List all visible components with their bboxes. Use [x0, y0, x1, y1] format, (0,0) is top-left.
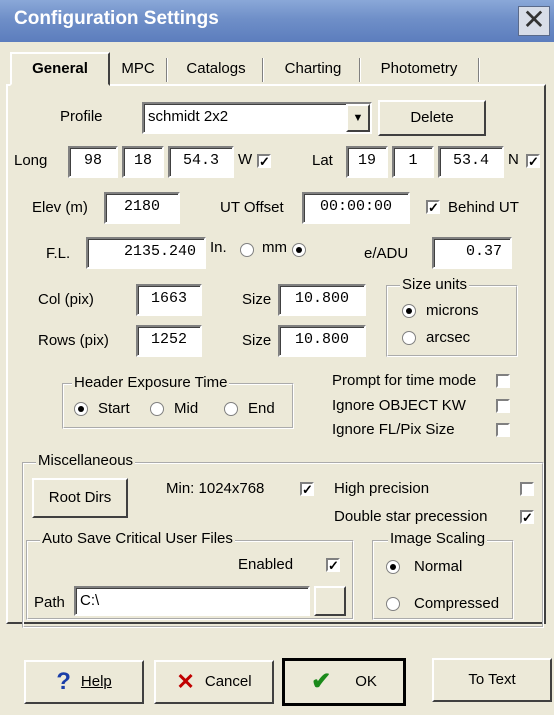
tab-catalogs[interactable]: Catalogs: [172, 56, 260, 84]
autosave-enabled-label: Enabled: [238, 556, 294, 573]
exposure-end-radio[interactable]: [224, 402, 238, 416]
ignore-object-label: Ignore OBJECT KW: [332, 397, 466, 414]
microns-label: microns: [426, 302, 479, 319]
lat-deg-field[interactable]: 19: [346, 146, 388, 178]
ok-label: OK: [355, 673, 377, 690]
long-min-field[interactable]: 18: [122, 146, 164, 178]
profile-select[interactable]: schmidt 2x2: [142, 102, 372, 134]
elev-label: Elev (m): [32, 199, 88, 216]
eadu-label: e/ADU: [364, 245, 409, 262]
exposure-mid-radio[interactable]: [150, 402, 164, 416]
profile-label: Profile: [60, 108, 103, 125]
ut-offset-label: UT Offset: [220, 199, 284, 216]
header-exposure-title: Header Exposure Time: [72, 374, 230, 391]
browse-button[interactable]: [314, 586, 346, 616]
cancel-button[interactable]: ✕ Cancel: [154, 660, 274, 704]
rows-field[interactable]: 1252: [136, 325, 202, 357]
prompt-time-mode-label: Prompt for time mode: [332, 372, 477, 389]
min-res-label: Min: 1024x768: [166, 480, 265, 497]
delete-button[interactable]: Delete: [378, 100, 486, 136]
ut-offset-field[interactable]: 00:00:00: [302, 192, 410, 224]
ignore-fl-checkbox[interactable]: [496, 423, 510, 437]
exposure-mid-label: Mid: [174, 400, 199, 417]
arcsec-radio[interactable]: [402, 331, 416, 345]
double-star-checkbox[interactable]: ✓: [520, 510, 534, 524]
ok-icon: ✔: [311, 668, 332, 696]
fl-mm-radio[interactable]: [292, 243, 306, 257]
ok-button[interactable]: ✔ OK: [282, 658, 406, 706]
root-dirs-button[interactable]: Root Dirs: [32, 478, 128, 518]
long-deg-field[interactable]: 98: [68, 146, 118, 178]
fl-mm-label: mm: [262, 239, 287, 256]
path-label: Path: [34, 594, 65, 611]
high-precision-label: High precision: [334, 480, 430, 497]
to-text-button[interactable]: To Text: [432, 658, 552, 702]
prompt-time-mode-checkbox[interactable]: [496, 374, 510, 388]
tab-separator: [359, 58, 361, 82]
double-star-label: Double star precession: [334, 508, 488, 525]
close-button[interactable]: ✕: [518, 6, 550, 36]
eadu-field[interactable]: 0.37: [432, 237, 512, 269]
scaling-normal-label: Normal: [414, 558, 463, 575]
image-scaling-title: Image Scaling: [388, 530, 488, 547]
elev-field[interactable]: 2180: [104, 192, 180, 224]
autosave-enabled-checkbox[interactable]: ✓: [326, 558, 340, 572]
rows-label: Rows (pix): [38, 332, 109, 349]
tab-charting[interactable]: Charting: [268, 56, 358, 84]
rows-size-field[interactable]: 10.800: [278, 325, 366, 357]
min-res-checkbox[interactable]: ✓: [300, 482, 314, 496]
ignore-fl-label: Ignore FL/Pix Size: [332, 421, 455, 438]
lat-label: Lat: [312, 152, 333, 169]
profile-value: schmidt 2x2: [148, 108, 229, 125]
scaling-compressed-label: Compressed: [414, 595, 500, 612]
path-field[interactable]: C:\: [74, 586, 310, 616]
arcsec-label: arcsec: [426, 329, 471, 346]
lat-sec-field[interactable]: 53.4: [438, 146, 504, 178]
col-size-label: Size: [242, 291, 272, 308]
tab-general[interactable]: General: [10, 52, 110, 86]
behind-ut-checkbox[interactable]: ✓: [426, 200, 440, 214]
cancel-label: Cancel: [204, 673, 252, 690]
lat-dir-checkbox[interactable]: ✓: [526, 154, 540, 168]
tab-separator: [478, 58, 480, 82]
high-precision-checkbox[interactable]: [520, 482, 534, 496]
misc-title: Miscellaneous: [36, 452, 136, 469]
help-icon: ?: [56, 668, 71, 696]
exposure-start-radio[interactable]: [74, 402, 88, 416]
scaling-normal-radio[interactable]: [386, 560, 400, 574]
fl-label: F.L.: [46, 245, 71, 262]
tab-photometry[interactable]: Photometry: [364, 56, 474, 84]
window-title: Configuration Settings: [14, 8, 219, 29]
tab-separator: [166, 58, 168, 82]
col-field[interactable]: 1663: [136, 284, 202, 316]
col-label: Col (pix): [38, 291, 94, 308]
size-units-title: Size units: [400, 276, 470, 293]
lat-min-field[interactable]: 1: [392, 146, 434, 178]
lat-dir-label: N: [508, 151, 519, 168]
behind-ut-label: Behind UT: [448, 199, 519, 216]
cancel-icon: ✕: [176, 669, 195, 695]
tab-mpc[interactable]: MPC: [112, 56, 164, 84]
long-label: Long: [14, 152, 48, 169]
long-dir-checkbox[interactable]: ✓: [257, 154, 271, 168]
size-units-group: [386, 285, 518, 357]
fl-field[interactable]: 2135.240: [86, 237, 206, 269]
chevron-down-icon[interactable]: ▼: [346, 104, 370, 132]
scaling-compressed-radio[interactable]: [386, 597, 400, 611]
exposure-end-label: End: [248, 400, 275, 417]
help-button[interactable]: ? Help: [24, 660, 144, 704]
close-icon: ✕: [522, 4, 546, 35]
rows-size-label: Size: [242, 332, 272, 349]
tab-separator: [262, 58, 264, 82]
fl-in-label: In.: [210, 239, 227, 256]
long-sec-field[interactable]: 54.3: [168, 146, 234, 178]
long-dir-label: W: [238, 151, 253, 168]
microns-radio[interactable]: [402, 304, 416, 318]
fl-in-radio[interactable]: [240, 243, 254, 257]
ignore-object-checkbox[interactable]: [496, 399, 510, 413]
help-label: Help: [80, 673, 112, 690]
col-size-field[interactable]: 10.800: [278, 284, 366, 316]
autosave-title: Auto Save Critical User Files: [40, 530, 235, 547]
exposure-start-label: Start: [98, 400, 130, 417]
